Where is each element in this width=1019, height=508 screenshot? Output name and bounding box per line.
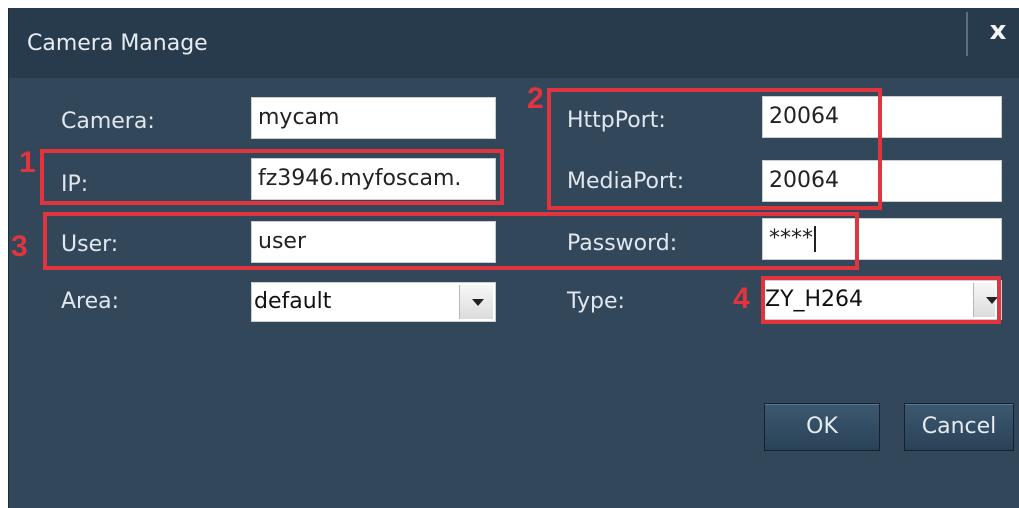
- camera-name-input[interactable]: mycam: [251, 97, 496, 139]
- area-label: Area:: [61, 289, 120, 314]
- type-label: Type:: [567, 289, 625, 314]
- dialog-title: Camera Manage: [27, 31, 208, 56]
- highlight-box-credentials: [43, 212, 859, 270]
- annotation-number-3: 3: [11, 230, 28, 263]
- highlight-box-ip: [40, 149, 504, 205]
- annotation-number-1: 1: [19, 146, 36, 179]
- area-select[interactable]: default: [251, 282, 496, 322]
- title-separator: [966, 12, 968, 56]
- camera-manage-dialog: Camera Manage x Camera: mycam IP: fz3946…: [8, 8, 1019, 508]
- camera-label: Camera:: [61, 109, 155, 134]
- ok-button[interactable]: OK: [764, 403, 880, 451]
- close-icon[interactable]: x: [984, 16, 1012, 46]
- chevron-down-icon[interactable]: [459, 285, 493, 319]
- annotation-number-2: 2: [527, 82, 544, 115]
- cancel-button[interactable]: Cancel: [904, 403, 1014, 451]
- annotation-number-4: 4: [733, 282, 750, 315]
- title-bar: Camera Manage x: [9, 8, 1019, 78]
- highlight-box-type: [761, 276, 1001, 324]
- highlight-box-ports: [547, 88, 882, 210]
